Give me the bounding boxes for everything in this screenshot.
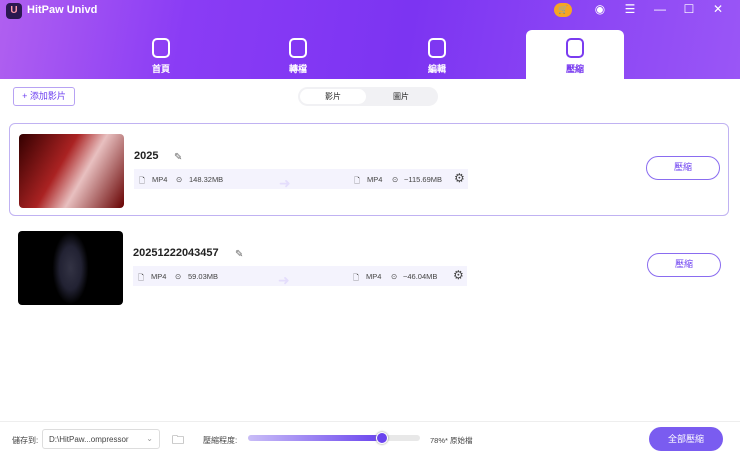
input-format: MP4	[151, 272, 167, 281]
app-title: HitPaw Univd	[27, 4, 98, 16]
size-icon: ⊙	[175, 272, 182, 281]
save-path-select[interactable]: D:\HitPaw...ompressor ⌄	[42, 429, 160, 449]
maximize-icon[interactable]: ☐	[681, 2, 697, 16]
segment-video[interactable]: 影片	[300, 89, 366, 104]
settings-icon[interactable]: ⚙	[454, 171, 465, 185]
file-item[interactable]: 20251222043457 ✎ 🗋 MP4 ⊙ 59.03MB ➜ 🗋 MP4…	[9, 221, 729, 314]
rename-icon[interactable]: ✎	[174, 152, 182, 163]
segment-image[interactable]: 圖片	[368, 89, 434, 104]
size-icon: ⊙	[391, 272, 398, 281]
title-bar: U HitPaw Univd 🛒 ◉ ☰ — ☐ ✕ 首頁 轉檔 編輯 壓縮	[0, 0, 740, 79]
input-size: 148.32MB	[189, 175, 224, 184]
footer-bar: 儲存到: D:\HitPaw...ompressor ⌄ 🗀 壓縮程度: 78%*…	[0, 421, 740, 455]
rename-icon[interactable]: ✎	[235, 249, 243, 260]
file-icon: 🗋	[138, 273, 145, 282]
size-icon: ⊙	[176, 175, 183, 184]
convert-icon	[289, 38, 307, 58]
media-type-toggle: 影片 圖片	[298, 87, 438, 106]
minimize-icon[interactable]: —	[652, 2, 668, 16]
input-size: 59.03MB	[188, 272, 219, 281]
folder-icon[interactable]: 🗀	[172, 431, 184, 452]
video-thumbnail	[18, 231, 123, 305]
compress-button[interactable]: 壓縮	[647, 253, 721, 277]
file-icon: 🗋	[139, 176, 146, 185]
arrow-icon: ➜	[278, 272, 290, 288]
tab-label: 編輯	[427, 64, 446, 74]
cart-icon[interactable]: 🛒	[554, 3, 572, 17]
output-format: MP4	[366, 272, 382, 281]
arrow-icon: ➜	[279, 175, 291, 191]
home-icon	[152, 38, 170, 58]
tab-home[interactable]: 首頁	[112, 30, 210, 79]
file-info: 🗋 MP4 ⊙ 59.03MB ➜ 🗋 MP4 ⊙ ~46.04MB ⚙	[133, 266, 467, 288]
size-icon: ⊙	[392, 175, 399, 184]
compression-slider[interactable]	[248, 432, 420, 444]
file-name: 2025	[134, 150, 159, 162]
compression-level-value: 78%* 原始檔	[430, 436, 473, 445]
file-name: 20251222043457	[133, 247, 219, 259]
output-size: ~46.04MB	[403, 272, 438, 281]
file-item[interactable]: 2025 ✎ 🗋 MP4 ⊙ 148.32MB ➜ 🗋 MP4 ⊙ ~115.6…	[9, 123, 729, 216]
save-path-value: D:\HitPaw...ompressor	[49, 435, 129, 444]
tab-edit[interactable]: 編輯	[388, 30, 486, 79]
tab-convert[interactable]: 轉檔	[249, 30, 347, 79]
close-icon[interactable]: ✕	[710, 2, 726, 16]
settings-icon[interactable]: ⚙	[453, 268, 464, 282]
compression-level-label: 壓縮程度:	[203, 436, 238, 445]
slider-fill	[248, 435, 383, 441]
input-format: MP4	[152, 175, 168, 184]
compress-button[interactable]: 壓縮	[646, 156, 720, 180]
slider-handle[interactable]	[376, 432, 389, 444]
compress-all-button[interactable]: 全部壓縮	[649, 427, 723, 451]
video-thumbnail	[19, 134, 124, 208]
app-logo: U	[6, 3, 22, 19]
edit-icon	[428, 38, 446, 58]
file-icon: 🗋	[353, 273, 360, 282]
tab-label: 轉檔	[288, 64, 307, 74]
tab-compress[interactable]: 壓縮	[526, 30, 624, 79]
compress-icon	[566, 38, 584, 58]
tab-label: 壓縮	[565, 64, 584, 74]
tab-label: 首頁	[151, 64, 170, 74]
file-info: 🗋 MP4 ⊙ 148.32MB ➜ 🗋 MP4 ⊙ ~115.69MB ⚙	[134, 169, 468, 191]
file-icon: 🗋	[354, 176, 361, 185]
output-size: ~115.69MB	[404, 175, 443, 184]
save-to-label: 儲存到:	[12, 436, 39, 445]
output-format: MP4	[367, 175, 383, 184]
chevron-down-icon: ⌄	[146, 434, 153, 443]
menu-icon[interactable]: ☰	[622, 2, 638, 16]
account-icon[interactable]: ◉	[592, 2, 608, 16]
add-video-button[interactable]: + 添加影片	[13, 87, 75, 106]
